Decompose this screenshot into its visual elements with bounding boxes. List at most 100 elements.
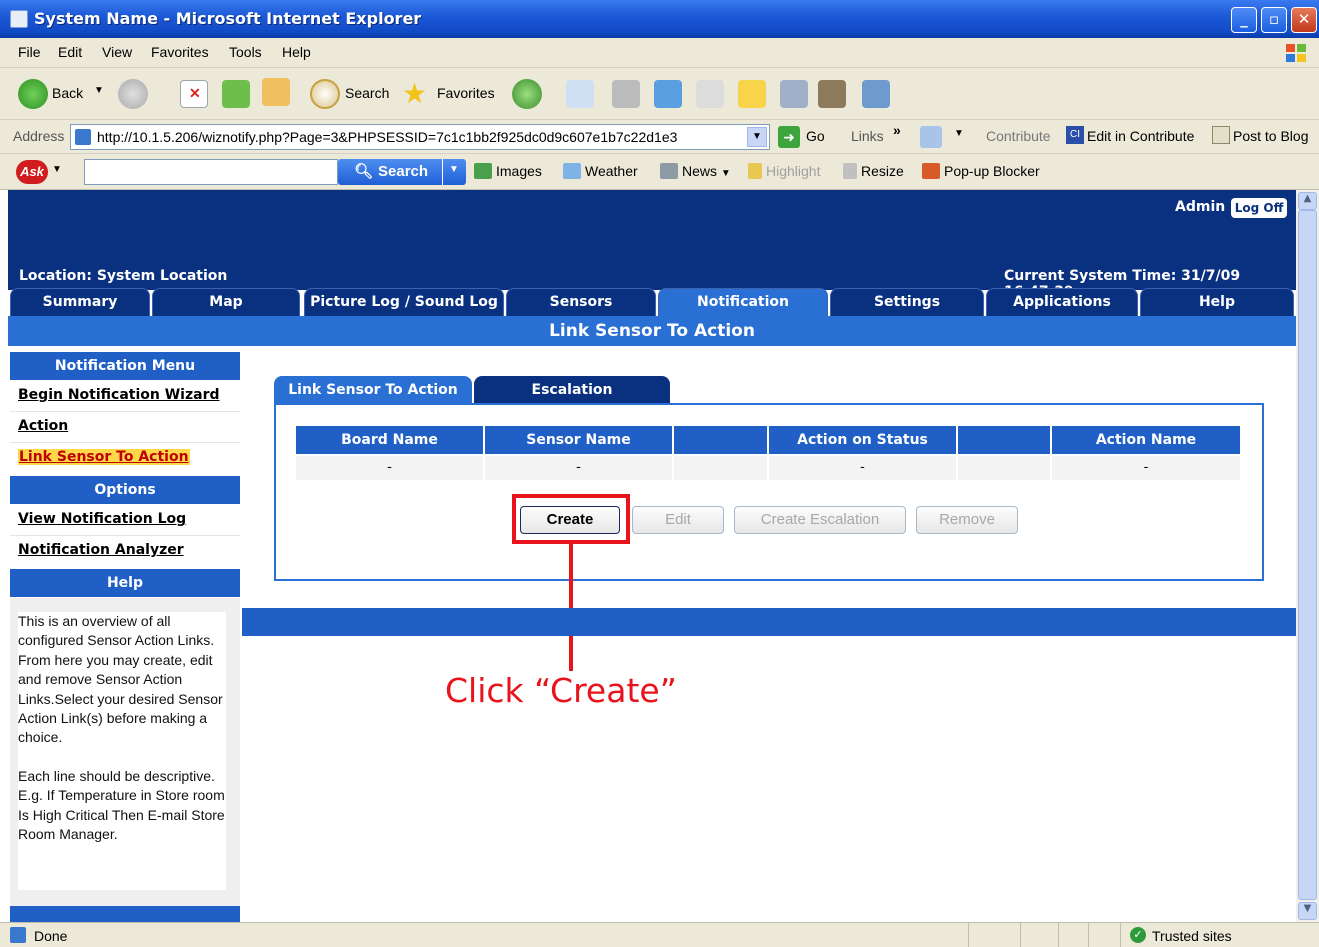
refresh-icon[interactable] — [222, 80, 250, 108]
contacts-icon[interactable] — [862, 80, 890, 108]
research-icon[interactable] — [654, 80, 682, 108]
forward-arrow-icon[interactable] — [118, 79, 148, 109]
mail-icon[interactable] — [566, 80, 594, 108]
tab-sensors[interactable]: Sensors — [506, 288, 656, 316]
ask-search-button[interactable]: 🔍︎ Search ▼ — [338, 159, 466, 185]
ie-page-icon — [10, 927, 26, 943]
cell-board-name[interactable]: - — [296, 456, 484, 480]
post-to-blog-button[interactable]: Post to Blog — [1233, 128, 1309, 144]
back-dropdown-icon[interactable]: ▼ — [94, 85, 104, 96]
home-icon[interactable] — [262, 78, 290, 106]
popup-blocker-button[interactable]: Pop-up Blocker — [922, 163, 1040, 179]
stop-icon[interactable]: ✕ — [180, 80, 208, 108]
edit-page-icon[interactable] — [696, 80, 724, 108]
contribute-icon[interactable] — [920, 126, 942, 148]
close-button[interactable]: ✕ — [1291, 7, 1317, 33]
go-button[interactable]: Go — [806, 128, 825, 144]
link-sensor-to-action-link[interactable]: Link Sensor To Action — [18, 449, 190, 465]
edit-button[interactable]: Edit — [632, 506, 724, 534]
status-divider — [1058, 923, 1059, 947]
action-link[interactable]: Action — [18, 418, 68, 434]
menu-separator — [10, 411, 240, 412]
tab-summary[interactable]: Summary — [10, 288, 150, 316]
edit-in-contribute-button[interactable]: Edit in Contribute — [1087, 128, 1194, 144]
notes-icon[interactable] — [738, 80, 766, 108]
tab-map[interactable]: Map — [152, 288, 300, 316]
menu-tools[interactable]: Tools — [229, 44, 262, 60]
address-dropdown-icon[interactable]: ▼ — [747, 127, 767, 147]
scroll-down-icon[interactable]: ▼ — [1298, 902, 1317, 920]
history-icon[interactable] — [512, 79, 542, 109]
favorites-toolbar-label[interactable]: Favorites — [437, 85, 495, 101]
create-escalation-button[interactable]: Create Escalation — [734, 506, 906, 534]
logoff-button[interactable]: Log Off — [1231, 198, 1287, 218]
status-text: Done — [34, 928, 68, 944]
highlight-button[interactable]: Highlight — [748, 163, 820, 179]
scroll-thumb[interactable] — [1298, 210, 1317, 900]
notification-analyzer-link[interactable]: Notification Analyzer — [18, 542, 184, 558]
remove-button[interactable]: Remove — [916, 506, 1018, 534]
view-notification-log-link[interactable]: View Notification Log — [18, 511, 186, 527]
help-paragraph: This is an overview of all configured Se… — [18, 613, 223, 746]
news-icon — [660, 163, 678, 179]
menu-separator — [10, 442, 240, 443]
images-button[interactable]: Images — [474, 163, 542, 179]
search-icon[interactable] — [310, 79, 340, 109]
links-chevron-icon[interactable]: » — [893, 122, 901, 138]
links-label[interactable]: Links — [851, 128, 884, 144]
back-arrow-icon[interactable] — [18, 79, 48, 109]
messenger-icon[interactable] — [780, 80, 808, 108]
contribute-dropdown-icon[interactable]: ▼ — [954, 128, 964, 139]
vertical-scrollbar[interactable]: ▲ ▼ — [1296, 190, 1319, 922]
menu-favorites[interactable]: Favorites — [151, 44, 209, 60]
tools-icon[interactable] — [818, 80, 846, 108]
menu-file[interactable]: File — [18, 44, 41, 60]
tab-settings[interactable]: Settings — [830, 288, 984, 316]
scroll-up-icon[interactable]: ▲ — [1298, 192, 1317, 210]
ask-dropdown-icon[interactable]: ▼ — [52, 164, 62, 175]
images-icon — [474, 163, 492, 179]
subtab-escalation[interactable]: Escalation — [474, 376, 670, 404]
images-label: Images — [496, 163, 542, 179]
cell-action-name[interactable]: - — [1052, 456, 1240, 480]
web-page: Admin Log Off Location: System Location … — [8, 190, 1296, 922]
print-icon[interactable] — [612, 80, 640, 108]
cell-sensor-name[interactable]: - — [485, 456, 673, 480]
status-divider — [1088, 923, 1089, 947]
ask-search-input[interactable] — [84, 159, 338, 185]
search-toolbar-label[interactable]: Search — [345, 85, 389, 101]
ask-search-dropdown-icon[interactable]: ▼ — [449, 164, 459, 175]
favorites-star-icon[interactable]: ★ — [402, 77, 427, 110]
minimize-button[interactable]: _ — [1231, 7, 1257, 33]
news-button[interactable]: News ▼ — [660, 163, 731, 179]
cell-blank[interactable] — [958, 456, 1051, 480]
back-button-label[interactable]: Back — [52, 85, 83, 101]
admin-user: Admin — [1175, 199, 1226, 215]
weather-button[interactable]: Weather — [563, 163, 638, 179]
menu-help[interactable]: Help — [282, 44, 311, 60]
ie-page-icon — [10, 10, 28, 28]
begin-notification-wizard-link[interactable]: Begin Notification Wizard — [18, 387, 220, 403]
address-url[interactable]: http://10.1.5.206/wiznotify.php?Page=3&P… — [97, 129, 677, 145]
cell-blank[interactable] — [674, 456, 768, 480]
tab-applications[interactable]: Applications — [986, 288, 1138, 316]
tab-help[interactable]: Help — [1140, 288, 1294, 316]
windows-logo-icon — [1286, 44, 1306, 62]
resize-button[interactable]: Resize — [843, 163, 904, 179]
standard-toolbar: Back ▼ ✕ Search ★ Favorites — [0, 68, 1319, 120]
ask-logo[interactable]: Ask — [16, 160, 48, 184]
subtab-link-sensor-to-action[interactable]: Link Sensor To Action — [274, 376, 472, 404]
create-highlight-box — [512, 494, 630, 544]
go-arrow-icon[interactable]: ➜ — [778, 126, 800, 148]
contribute-label[interactable]: Contribute — [986, 128, 1051, 144]
page-header: Admin Log Off Location: System Location … — [8, 190, 1296, 300]
cell-action-on-status[interactable]: - — [769, 456, 957, 480]
menu-view[interactable]: View — [102, 44, 132, 60]
menu-edit[interactable]: Edit — [58, 44, 82, 60]
restore-button[interactable]: ▫ — [1261, 7, 1287, 33]
address-input[interactable]: http://10.1.5.206/wiznotify.php?Page=3&P… — [70, 124, 770, 150]
popup-blocker-label: Pop-up Blocker — [944, 163, 1040, 179]
address-toolbar: Address http://10.1.5.206/wiznotify.php?… — [0, 120, 1319, 154]
tab-notification[interactable]: Notification — [658, 288, 828, 316]
tab-picture-sound-log[interactable]: Picture Log / Sound Log — [304, 288, 504, 316]
